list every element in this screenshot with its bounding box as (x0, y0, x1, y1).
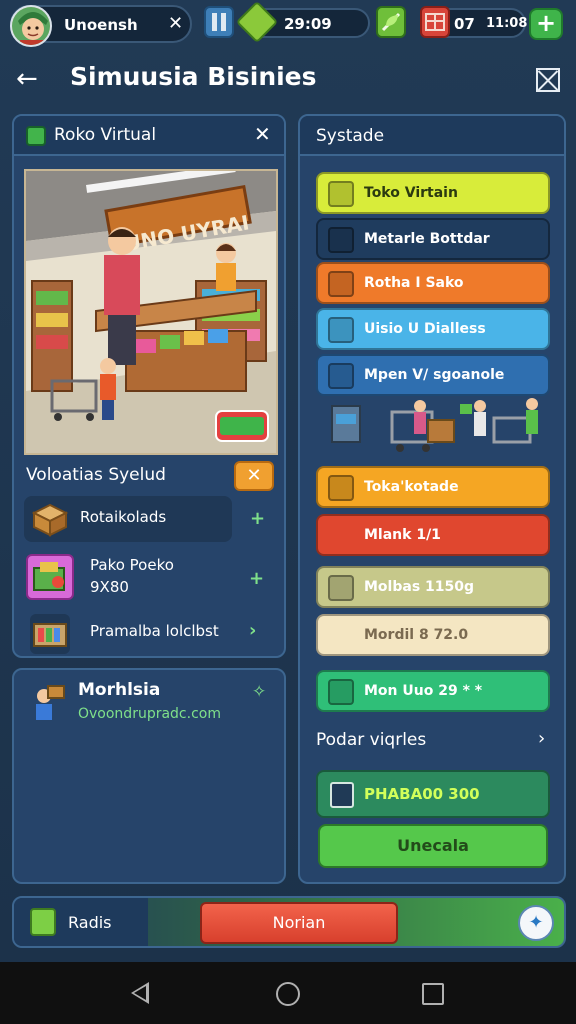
news-panel[interactable]: Morhlsia Ovoondrupradc.com ✧ (12, 668, 286, 884)
system-list-item-label: Mpen V/ sgoanole (364, 367, 505, 383)
system-list-item[interactable]: Mon Uuo 29 * * (316, 670, 550, 712)
systems-panel-title: Systade (316, 126, 385, 146)
sales-section-title: Voloatias Syelud (26, 465, 166, 485)
pause-icon[interactable] (204, 6, 234, 38)
nav-back-icon[interactable] (131, 982, 149, 1004)
close-icon[interactable]: ✕ (254, 122, 271, 146)
sale-item[interactable]: Pramalba lolclbst › (24, 610, 286, 656)
bag-icon (30, 908, 56, 936)
cart-icon (328, 271, 354, 297)
system-list-item-label: Mon Uuo 29 * * (364, 683, 483, 699)
sale-item[interactable]: Pako Poeko 9X80 + (24, 552, 286, 604)
nav-recent-apps-icon[interactable] (422, 983, 444, 1005)
add-icon[interactable]: + (250, 508, 265, 529)
page-title: Simuusia Bisinies (70, 62, 317, 91)
system-list-item-label: Mordil 8 72.0 (364, 627, 469, 643)
price-value: PHABA00 300 (364, 785, 480, 803)
store-panel-title: Roko Virtual (54, 125, 157, 145)
system-list-item-label: Toko Virtain (364, 185, 458, 201)
radis-button[interactable]: Radis (14, 898, 148, 946)
store-icon (26, 126, 46, 146)
norian-button[interactable]: Norian (200, 902, 398, 944)
package-icon (328, 363, 354, 389)
unlock-button[interactable]: Unecala (318, 824, 548, 868)
sale-item-label: Rotaikolads (80, 508, 167, 526)
avatar[interactable] (10, 5, 52, 47)
close-sales-button[interactable]: ✕ (234, 461, 274, 491)
leaf-icon[interactable] (376, 6, 406, 38)
shelf-icon (30, 614, 70, 654)
crate-icon (328, 317, 354, 343)
systems-panel-header: Systade (300, 116, 564, 156)
system-list-item-label: Molbas 1150g (364, 579, 475, 595)
system-list-item-label: Rotha I Sako (364, 275, 464, 291)
top-status-bar: Unoensh ✕ 29:09 07 11:08 + (0, 0, 576, 50)
bottom-action-bar: Radis Norian ✦ (12, 896, 566, 948)
subsection-title: Podar viqrles (316, 730, 427, 750)
system-list-item[interactable]: Uisio U Dialless (316, 308, 550, 350)
systems-panel: Systade Toko Virtain Metarle Bottdar Rotha… (298, 114, 566, 884)
add-currency-button[interactable]: + (529, 8, 563, 40)
register-icon (330, 782, 354, 808)
back-arrow-icon[interactable]: ← (16, 64, 38, 94)
add-icon[interactable]: + (249, 568, 264, 589)
sale-item-label: Pako Poeko (90, 556, 174, 574)
system-list-item[interactable]: Metarle Bottdar (316, 218, 550, 260)
close-window-icon[interactable] (536, 68, 560, 92)
clock-value: 11:08 (486, 16, 528, 31)
counter-value: 07 (454, 15, 475, 33)
game-screen: Unoensh ✕ 29:09 07 11:08 + ← Simuusia Bi… (0, 0, 576, 962)
player-name: Unoensh (64, 16, 138, 34)
box-icon (30, 499, 70, 539)
chevron-right-icon[interactable]: › (538, 728, 545, 749)
system-list-item[interactable]: Mlank 1/1 (316, 514, 550, 556)
news-link[interactable]: Ovoondrupradc.com (78, 706, 221, 722)
compass-icon[interactable]: ✦ (518, 905, 554, 941)
hex-icon (328, 575, 354, 601)
player-badge[interactable]: Unoensh ✕ (10, 5, 192, 47)
system-navigation-bar (0, 962, 576, 1024)
stack-icon (328, 475, 354, 501)
news-title: Morhlsia (78, 680, 161, 700)
radis-label: Radis (68, 913, 112, 932)
system-list-item[interactable]: Rotha I Sako (316, 262, 550, 304)
warehouse-scene (331, 398, 538, 452)
system-list-item-label: Metarle Bottdar (364, 231, 490, 247)
register-icon (328, 679, 354, 705)
store-scene-image: UNO UYRAI (24, 169, 278, 455)
system-list-item-label: Toka'kotade (364, 479, 459, 495)
system-list-item[interactable]: Molbas 1150g (316, 566, 550, 608)
bricks-icon (328, 227, 354, 253)
chevron-right-icon[interactable]: › (249, 620, 256, 641)
nav-home-icon[interactable] (276, 982, 300, 1006)
delivery-person-icon (28, 682, 66, 722)
system-list-item-label: Mlank 1/1 (364, 527, 441, 543)
gift-icon[interactable] (420, 6, 450, 38)
share-icon[interactable]: ✧ (252, 682, 266, 702)
sale-item-price: 9X80 (90, 578, 129, 596)
system-list-item[interactable]: Toko Virtain (316, 172, 550, 214)
timer-value: 29:09 (284, 15, 332, 33)
store-panel-header: Roko Virtual ✕ (14, 116, 284, 156)
system-list-item[interactable]: Mordil 8 72.0 (316, 614, 550, 656)
system-list-item[interactable]: Toka'kotade (316, 466, 550, 508)
sale-item-label: Pramalba lolclbst (90, 622, 219, 640)
goods-icon (26, 554, 74, 600)
sale-item[interactable]: Rotaikolads (24, 496, 232, 542)
system-list-item[interactable]: Mpen V/ sgoanole (316, 354, 550, 396)
store-panel: Roko Virtual ✕ UNO UYRAI Voloatias Syelu… (12, 114, 286, 658)
price-display: PHABA00 300 (316, 770, 550, 818)
system-list-item-label: Uisio U Dialless (364, 321, 486, 337)
close-icon[interactable]: ✕ (168, 13, 183, 34)
coins-icon (328, 181, 354, 207)
